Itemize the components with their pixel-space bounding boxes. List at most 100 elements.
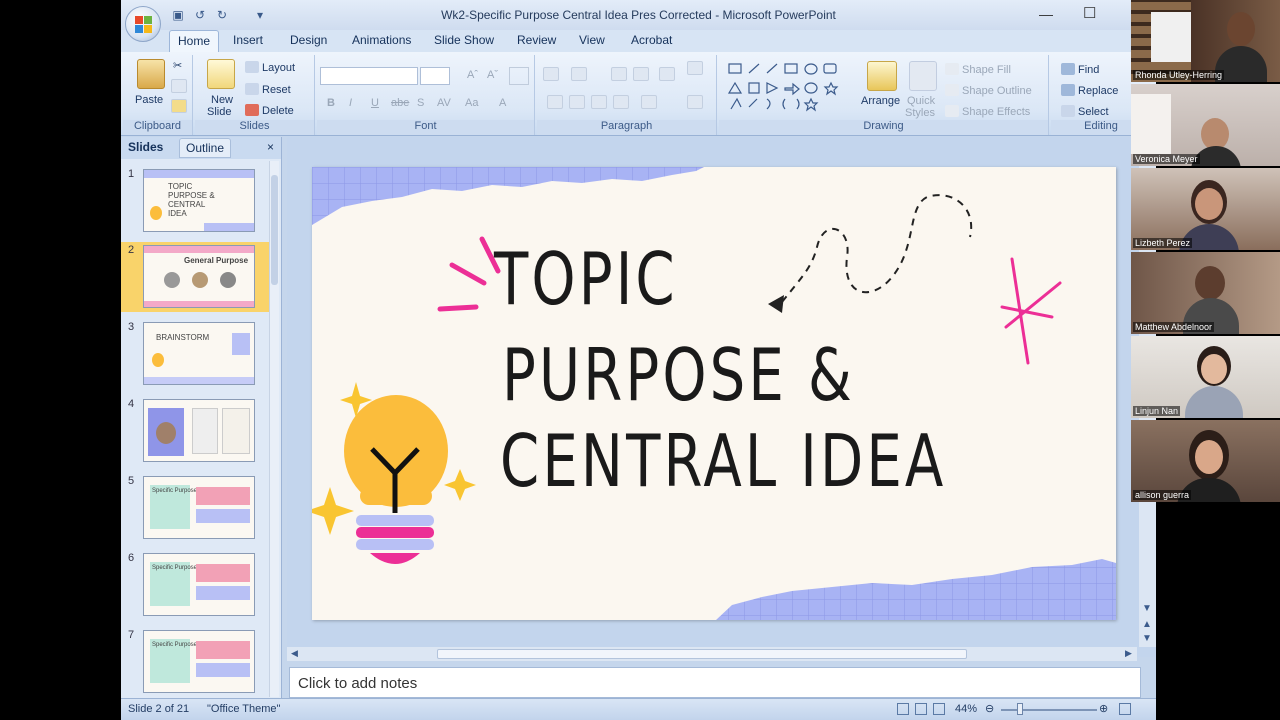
align-center-icon[interactable] (569, 95, 585, 109)
italic-button[interactable]: I (349, 97, 352, 109)
arrange-icon[interactable] (867, 61, 897, 91)
current-slide[interactable]: TOPIC PURPOSE & CENTRAL IDEA (312, 167, 1116, 620)
tab-home[interactable]: Home (169, 30, 220, 53)
quick-styles-label-1[interactable]: Quick (907, 95, 935, 107)
bold-button[interactable]: B (327, 97, 335, 109)
horizontal-scroll-thumb[interactable] (437, 649, 967, 659)
participant-tile[interactable]: Rhonda Utley-Herring (1131, 0, 1280, 82)
scroll-right-icon[interactable]: ▶ (1125, 648, 1132, 659)
tab-acrobat[interactable]: Acrobat (631, 33, 672, 47)
scroll-down-icon[interactable]: ▼ (1142, 603, 1152, 614)
slide-show-icon[interactable] (933, 703, 945, 715)
pane-scrollbar[interactable] (269, 161, 279, 697)
new-slide-label-1[interactable]: New (211, 94, 233, 106)
reset-button[interactable]: Reset (245, 83, 291, 96)
delete-button[interactable]: Delete (245, 104, 294, 117)
layout-icon (245, 61, 259, 73)
layout-button[interactable]: Layout (245, 61, 295, 74)
align-right-icon[interactable] (591, 95, 607, 109)
find-button[interactable]: Find (1061, 63, 1099, 76)
slide-thumbnail[interactable]: 1 TOPIC PURPOSE & CENTRAL IDEA (121, 166, 269, 236)
clear-format-icon[interactable] (509, 67, 529, 85)
shape-outline-button[interactable]: Shape Outline (945, 84, 1032, 97)
columns-icon[interactable] (641, 95, 657, 109)
increase-indent-icon[interactable] (633, 67, 649, 81)
new-slide-icon[interactable] (207, 59, 235, 89)
zoom-slider[interactable] (1001, 709, 1097, 711)
shape-fill-button[interactable]: Shape Fill (945, 63, 1011, 76)
tab-animations[interactable]: Animations (352, 33, 411, 47)
participant-name: allison guerra (1133, 490, 1192, 500)
tab-slides[interactable]: Slides (128, 140, 163, 154)
slide-title-line2[interactable]: PURPOSE & (502, 333, 855, 417)
text-direction-icon[interactable] (687, 61, 703, 75)
quick-styles-icon[interactable] (909, 61, 937, 91)
tab-design[interactable]: Design (290, 33, 327, 47)
bullets-icon[interactable] (543, 67, 559, 81)
shape-effects-button[interactable]: Shape Effects (945, 105, 1030, 118)
maximize-icon[interactable]: ☐ (1083, 4, 1096, 22)
participant-tile[interactable]: Matthew Abdelnoor (1131, 252, 1280, 334)
cut-icon[interactable]: ✂ (173, 59, 182, 72)
close-pane-icon[interactable]: × (267, 140, 274, 154)
select-button[interactable]: Select (1061, 105, 1109, 118)
change-case-button[interactable]: Aa (465, 97, 478, 109)
new-slide-label-2[interactable]: Slide (207, 106, 231, 118)
slide-thumbnail-selected[interactable]: 2 General Purpose (121, 242, 269, 312)
horizontal-scrollbar[interactable]: ◀ ▶ (287, 647, 1137, 661)
quick-styles-label-2[interactable]: Styles (905, 107, 935, 119)
office-button[interactable] (125, 6, 161, 42)
tab-outline[interactable]: Outline (179, 138, 232, 158)
participant-tile[interactable]: Linjun Nan (1131, 336, 1280, 418)
participant-tile[interactable]: allison guerra (1131, 420, 1280, 502)
next-slide-icon[interactable]: ▼ (1142, 633, 1152, 644)
smartart-icon[interactable] (687, 95, 703, 109)
zoom-out-icon[interactable]: ⊖ (985, 702, 994, 715)
slide-thumbnail[interactable]: 5 Specific Purpose (121, 473, 269, 543)
slide-sorter-icon[interactable] (915, 703, 927, 715)
copy-icon[interactable] (171, 79, 187, 93)
slide-thumbnail[interactable]: 4 (121, 396, 269, 466)
paste-button[interactable]: Paste (135, 94, 163, 106)
font-color-icon[interactable]: A (499, 97, 506, 109)
tab-review[interactable]: Review (517, 33, 556, 47)
paste-icon[interactable] (137, 59, 165, 89)
scroll-left-icon[interactable]: ◀ (291, 648, 298, 659)
font-size-box[interactable] (420, 67, 450, 85)
slide-thumbnail[interactable]: 3 BRAINSTORM (121, 319, 269, 389)
shrink-font-icon[interactable]: Aˇ (487, 69, 498, 81)
font-name-box[interactable] (320, 67, 418, 85)
arrange-button[interactable]: Arrange (861, 95, 900, 107)
participant-tile[interactable]: Veronica Meyer (1131, 84, 1280, 166)
replace-button[interactable]: Replace (1061, 84, 1118, 97)
slide-title-line1[interactable]: TOPIC (494, 237, 678, 321)
minimize-icon[interactable]: — (1039, 6, 1053, 22)
zoom-level[interactable]: 44% (955, 703, 977, 715)
slide-thumbnail[interactable]: 7 Specific Purpose (121, 627, 269, 697)
normal-view-icon[interactable] (897, 703, 909, 715)
previous-slide-icon[interactable]: ▲ (1142, 619, 1152, 630)
notes-pane[interactable]: Click to add notes (289, 667, 1141, 698)
shadow-button[interactable]: S (417, 97, 424, 109)
slide-thumbnail[interactable]: 6 Specific Purpose (121, 550, 269, 620)
participant-tile[interactable]: Lizbeth Perez (1131, 168, 1280, 250)
numbering-icon[interactable] (571, 67, 587, 81)
line-spacing-icon[interactable] (659, 67, 675, 81)
fit-slide-icon[interactable] (1119, 703, 1131, 715)
tab-insert[interactable]: Insert (233, 33, 263, 47)
tab-view[interactable]: View (579, 33, 605, 47)
strikethrough-button[interactable]: abe (391, 97, 409, 109)
zoom-slider-handle[interactable] (1017, 703, 1023, 715)
zoom-in-icon[interactable]: ⊕ (1099, 702, 1108, 715)
shapes-gallery[interactable] (727, 61, 855, 113)
decrease-indent-icon[interactable] (611, 67, 627, 81)
justify-icon[interactable] (613, 95, 629, 109)
pane-scroll-thumb[interactable] (271, 175, 278, 285)
char-spacing-icon[interactable]: AV (437, 97, 451, 109)
underline-button[interactable]: U (371, 97, 379, 109)
slide-title-line3[interactable]: CENTRAL IDEA (500, 419, 946, 503)
tab-slide-show[interactable]: Slide Show (434, 33, 494, 47)
grow-font-icon[interactable]: Aˆ (467, 69, 478, 81)
align-left-icon[interactable] (547, 95, 563, 109)
format-painter-icon[interactable] (171, 99, 187, 113)
